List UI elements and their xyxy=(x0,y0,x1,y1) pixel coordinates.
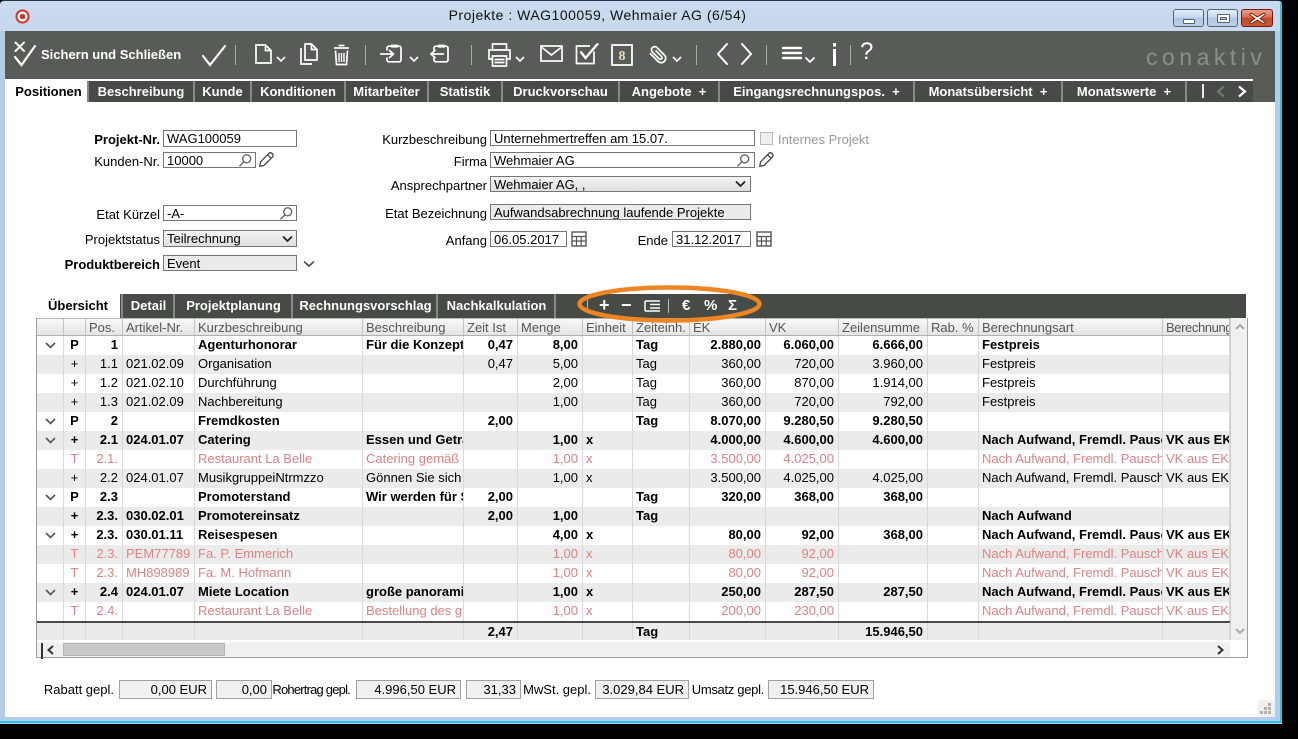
svg-text:8: 8 xyxy=(619,49,626,64)
